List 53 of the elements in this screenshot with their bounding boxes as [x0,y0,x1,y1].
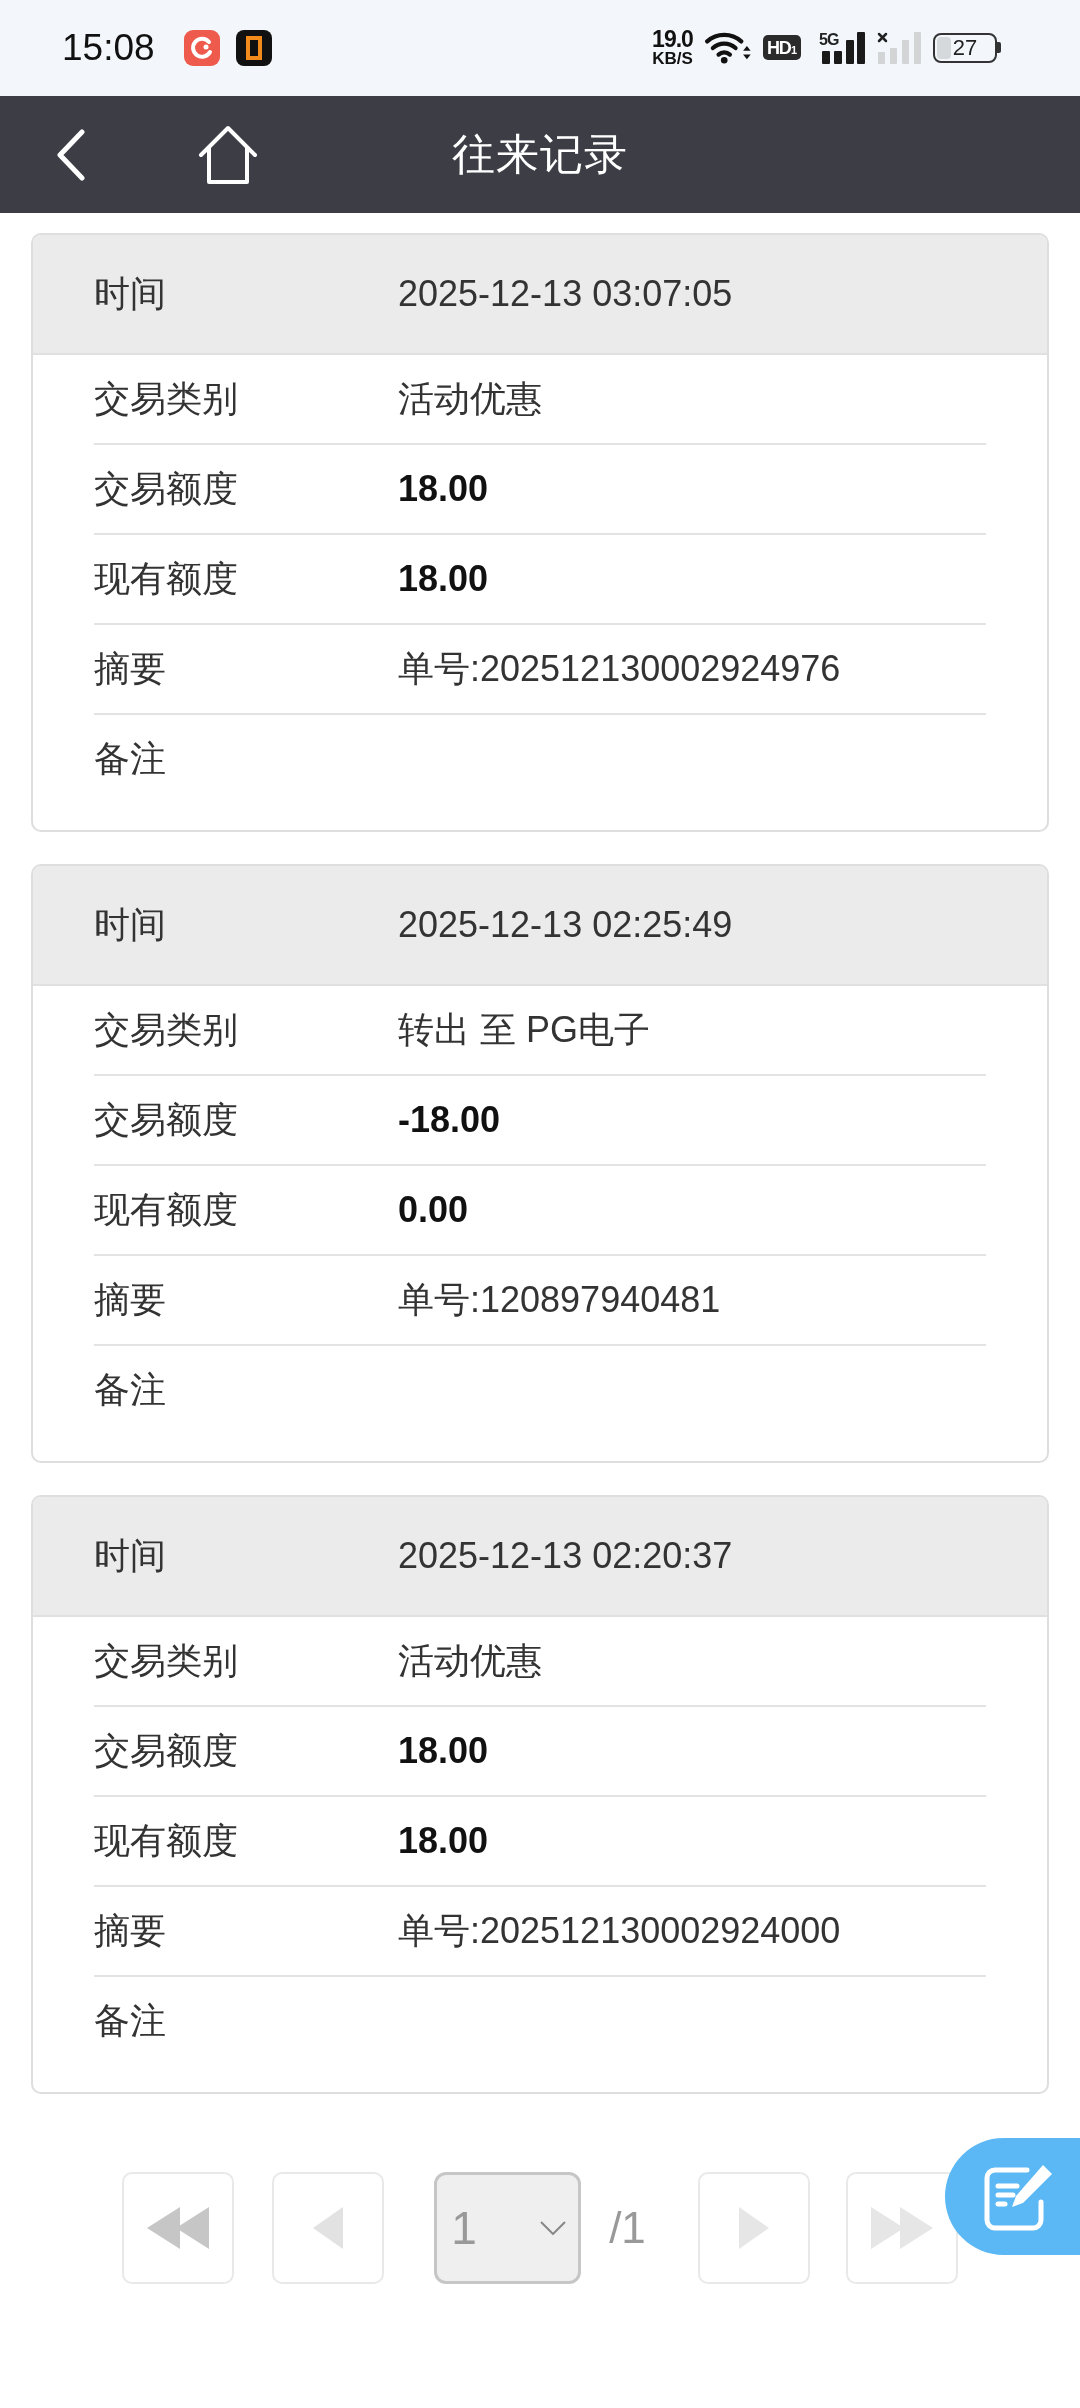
network-speed-value: 19.0 [652,29,693,51]
wifi-icon [704,31,751,65]
field-value: 2025-12-13 03:07:05 [398,273,734,315]
page-title: 往来记录 [452,128,628,180]
battery-indicator: 27 [933,33,1001,63]
status-time: 15:08 [62,27,155,69]
field-label: 现有额度 [94,1187,239,1232]
field-value: 单号:202512130002924000 [398,1908,842,1953]
field-label: 备注 [94,1998,167,2043]
double-right-triangle-icon [870,2207,933,2249]
field-label: 现有额度 [94,1818,239,1863]
field-label: 时间 [94,902,167,947]
field-value: 活动优惠 [398,376,543,421]
field-label: 备注 [94,1367,167,1412]
field-label: 交易额度 [94,1728,239,1773]
page-total: /1 [609,2203,646,2253]
field-label: 时间 [94,1533,167,1578]
field-label: 现有额度 [94,556,239,601]
app-icon [235,30,272,66]
field-label: 交易类别 [94,1638,239,1683]
field-label: 摘要 [94,1908,167,1953]
field-label: 备注 [94,736,167,781]
edit-button[interactable] [945,2138,1080,2255]
amount-value: 18.00 [398,468,490,510]
back-icon [56,128,86,181]
left-triangle-icon [313,2207,344,2249]
field-value: 2025-12-13 02:20:37 [398,1535,734,1577]
chevron-down-icon [540,2221,567,2235]
double-left-triangle-icon [147,2207,210,2249]
field-value: 转出 至 PG电子 [398,1007,652,1052]
signal-icon [819,32,865,64]
field-label: 摘要 [94,1277,167,1322]
home-icon [198,124,258,185]
field-label: 摘要 [94,646,167,691]
field-value: 单号:202512130002924976 [398,646,842,691]
field-label: 交易额度 [94,1097,239,1142]
field-label: 交易类别 [94,1007,239,1052]
amount-value: 0.00 [398,1189,470,1231]
right-triangle-icon [738,2207,769,2249]
amount-value: 18.00 [398,1730,490,1772]
field-label: 时间 [94,271,167,316]
field-label: 交易额度 [94,466,239,511]
field-value: 2025-12-13 02:25:49 [398,904,734,946]
amount-value: -18.00 [398,1099,502,1141]
app-icon [183,30,220,66]
amount-value: 18.00 [398,1820,490,1862]
network-speed-unit: KB/S [652,50,693,67]
field-value: 活动优惠 [398,1638,543,1683]
amount-value: 18.00 [398,558,490,600]
field-label: 交易类别 [94,376,239,421]
field-value: 单号:120897940481 [398,1277,722,1322]
network-type-label: 5G [819,32,839,48]
no-signal-icon [877,32,921,64]
